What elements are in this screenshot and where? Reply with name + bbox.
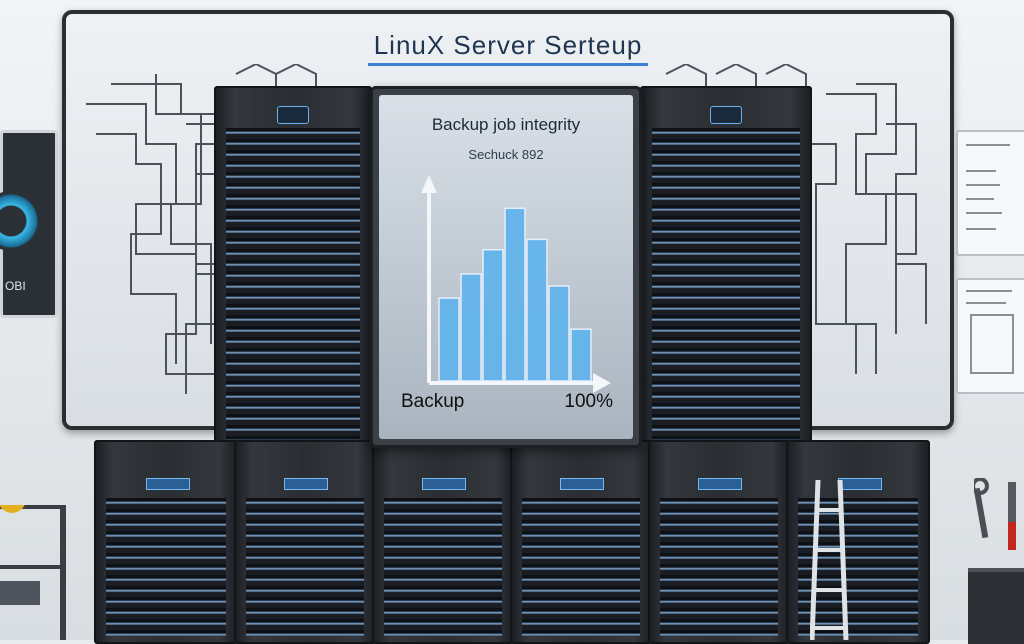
server-rack	[372, 440, 514, 644]
screen-footer-value: 100%	[564, 391, 613, 412]
rack-status-led	[560, 478, 604, 490]
rack-drive-bays	[106, 498, 226, 636]
rack-status-led	[146, 478, 190, 490]
wall-note-bottom	[956, 278, 1024, 394]
rack-status-led	[284, 478, 328, 490]
chart-bar-5	[526, 238, 548, 382]
server-rack	[234, 440, 376, 644]
whiteboard-title-text: LinuX Server Serteup	[367, 30, 649, 66]
chart-bar-3	[482, 248, 504, 382]
server-rack	[510, 440, 652, 644]
rack-drive-bays	[660, 498, 778, 636]
tool-cabinet	[968, 568, 1024, 644]
side-control-panel: OBI	[0, 130, 58, 318]
rack-drive-bays	[384, 498, 502, 636]
chart-bar-6	[548, 285, 570, 382]
screen-title: Backup job integrity	[431, 115, 581, 134]
rack-status-led	[422, 478, 466, 490]
wrench-icon	[974, 478, 1016, 550]
backup-monitor: Backup job integrity Sechuck 892 Backup …	[370, 86, 642, 448]
x-axis-arrow	[593, 373, 611, 393]
rack-drive-bays	[522, 498, 640, 636]
monitor-screen: Backup job integrity Sechuck 892 Backup …	[379, 95, 633, 439]
rack-drive-bays	[652, 128, 800, 466]
dial-icon	[0, 191, 41, 251]
note-diagram	[970, 314, 1014, 374]
side-panel-text: OBI	[5, 279, 26, 293]
server-rack	[648, 440, 790, 644]
server-rack	[214, 86, 372, 474]
chart-bar-1	[438, 297, 460, 382]
y-axis-arrow	[421, 175, 437, 193]
rack-badge	[710, 106, 742, 124]
rack-drive-bays	[226, 128, 360, 466]
whiteboard-title: LinuX Server Serteup	[66, 30, 950, 66]
rack-badge	[277, 106, 309, 124]
tool-shelf	[0, 505, 66, 640]
rack-drive-bays	[246, 498, 364, 636]
screen-footer-label: Backup	[401, 391, 465, 412]
chart-bar-4	[504, 207, 526, 382]
server-rack	[94, 440, 238, 644]
ladder-icon	[810, 480, 849, 640]
wall-note-top	[956, 130, 1024, 256]
chart-bar-7	[570, 328, 592, 382]
screen-subtitle: Sechuck 892	[468, 147, 544, 162]
rack-status-led	[698, 478, 742, 490]
chart-bar-2	[460, 273, 482, 382]
server-rack	[640, 86, 812, 474]
backup-bar-chart	[421, 175, 611, 393]
